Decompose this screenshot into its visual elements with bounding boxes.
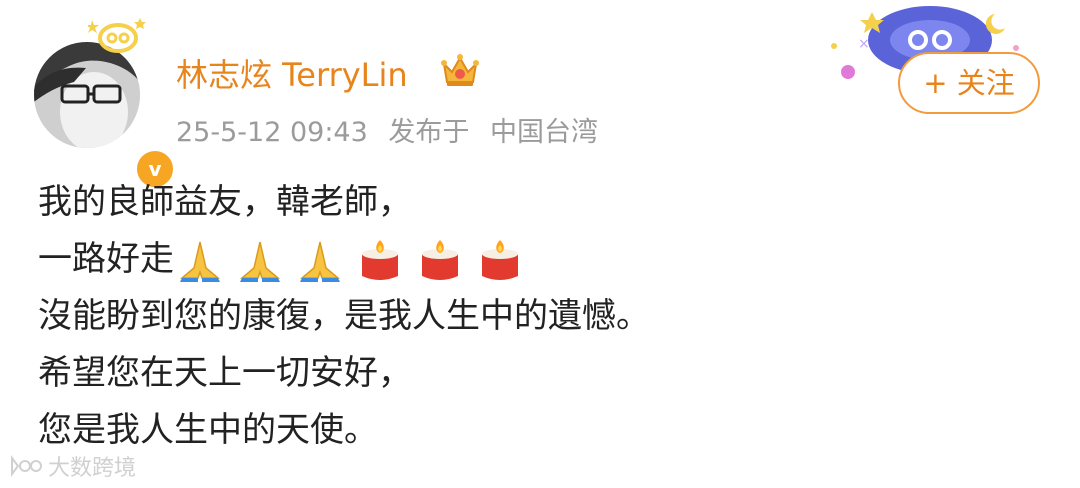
published-at-label: 发布于 [388, 117, 470, 148]
watermark-logo-icon [11, 455, 42, 477]
avatar[interactable] [34, 42, 140, 148]
watermark-text: 大数跨境 [48, 456, 137, 481]
emoji-row [176, 238, 536, 282]
post-meta: 25-5-12 09:43 发布于 中国台湾 [176, 110, 610, 149]
post-line: 沒能盼到您的康復，是我人生中的遺憾。 [38, 296, 650, 336]
candle-icon [482, 239, 518, 280]
post-timestamp: 25-5-12 09:43 [176, 117, 368, 148]
post-line-text: 一路好走 [38, 239, 174, 279]
post-content: 我的良師益友，韓老師， 一路好走 沒能盼到您的康復，是我人生中的遺憾。 希望您在… [38, 174, 1038, 459]
post-line: 我的良師益友，韓老師， [38, 182, 412, 222]
weibo-post-card: × v 林志炫 TerryLin 25-5-12 09:43 发布于 中国台湾 … [0, 0, 1080, 488]
folded-hands-icon [239, 241, 281, 282]
crown-badge-icon[interactable] [440, 50, 480, 88]
folded-hands-icon [179, 241, 221, 282]
folded-hands-icon [299, 241, 341, 282]
candle-icon [362, 239, 398, 280]
avatar-container[interactable]: v [34, 18, 176, 190]
post-line-with-emoji: 一路好走 [38, 231, 1038, 288]
author-name[interactable]: 林志炫 TerryLin [176, 50, 408, 96]
avatar-photo-icon [34, 42, 140, 148]
post-location: 中国台湾 [489, 117, 598, 148]
follow-button[interactable]: + 关注 [898, 52, 1040, 114]
post-line: 希望您在天上一切安好， [38, 353, 412, 393]
candle-icon [422, 239, 458, 280]
avatar-crown-decoration-icon [88, 18, 146, 53]
post-line: 您是我人生中的天使。 [38, 410, 378, 450]
watermark: 大数跨境 [8, 450, 136, 482]
svg-text:×: × [858, 36, 870, 52]
